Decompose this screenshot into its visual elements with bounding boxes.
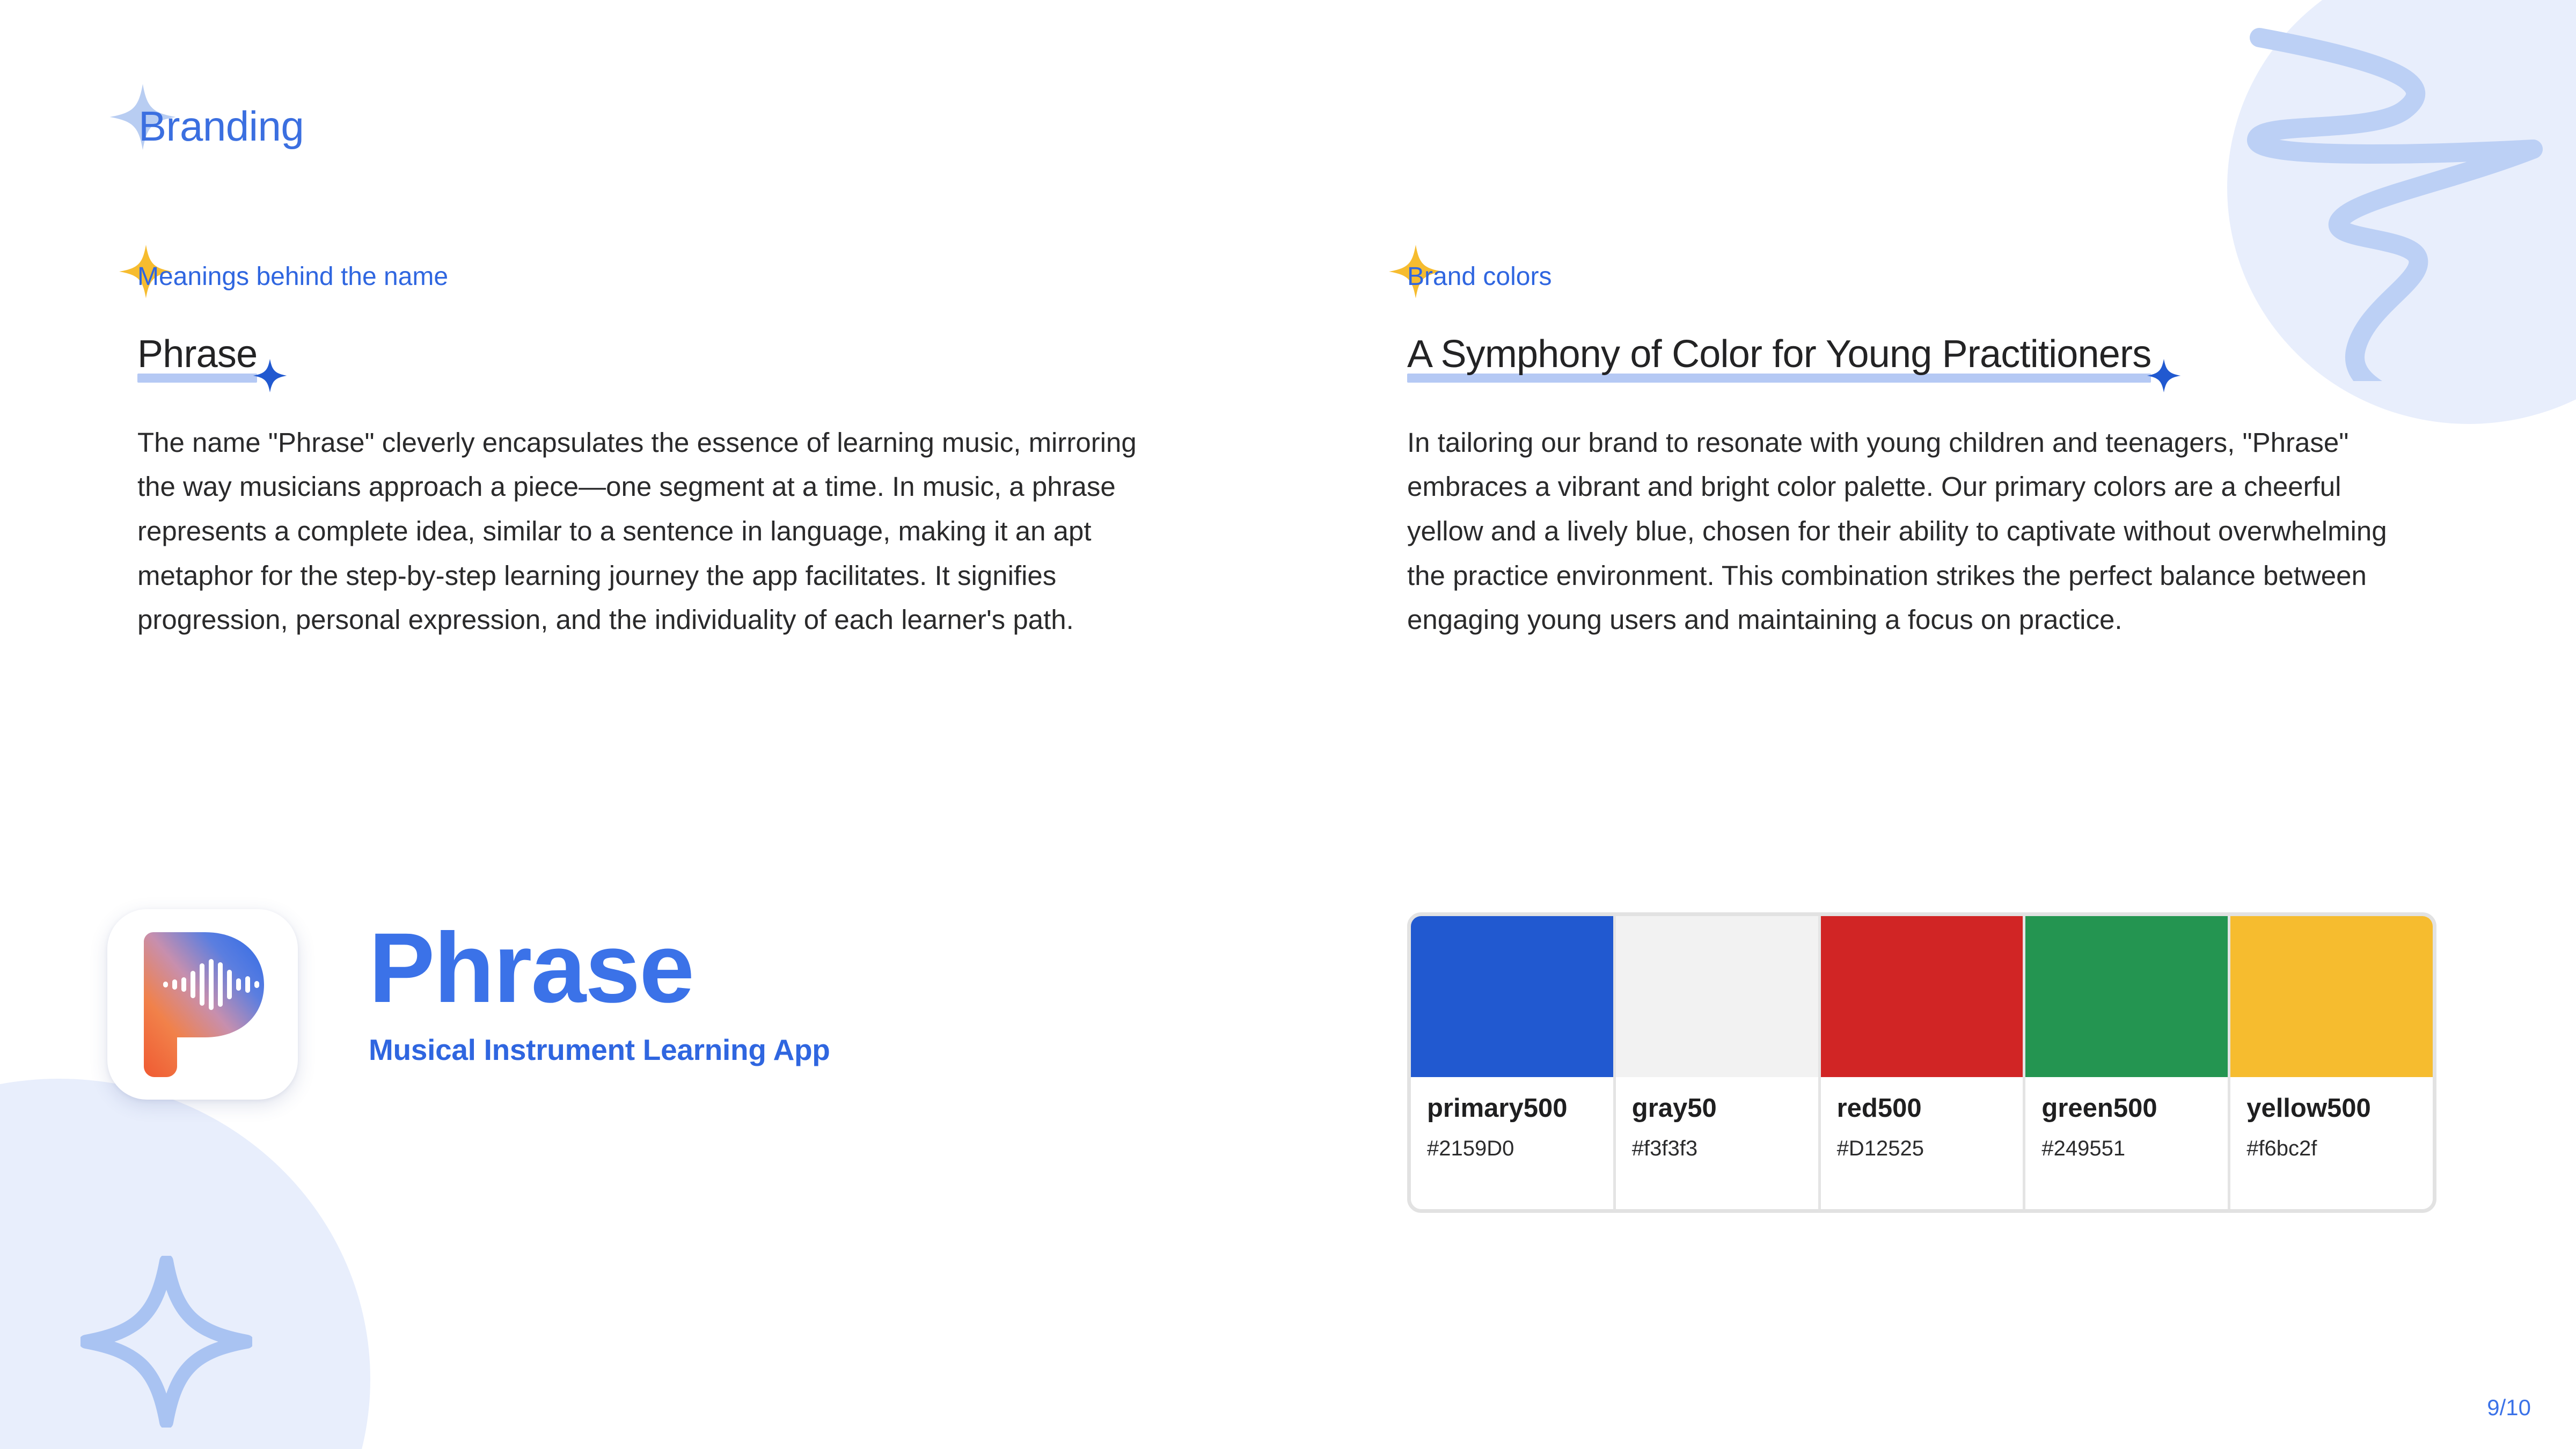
color-swatch-meta: primary500 #2159D0 [1411,1077,1613,1209]
outlined-sparkle-icon [79,1254,254,1429]
color-swatch-name: red500 [1836,1094,1922,1123]
color-swatch-meta: green500 #249551 [2025,1077,2228,1209]
bottom-left-blob [0,1079,370,1449]
color-swatch-column[interactable]: gray50 #f3f3f3 [1615,916,1821,1209]
right-section-heading: A Symphony of Color for Young Practition… [1407,333,2151,376]
sparkle-icon-blue-left [252,357,288,394]
left-heading-group: Phrase [137,333,287,393]
color-swatch-column[interactable]: green500 #249551 [2025,916,2231,1209]
brand-lockup: Phrase Musical Instrument Learning App [107,909,830,1100]
sparkle-icon-blue-right [2146,357,2182,394]
color-swatch-column[interactable]: yellow500 #f6bc2f [2230,916,2433,1209]
wordmark-block: Phrase Musical Instrument Learning App [369,909,830,1065]
left-body-text: The name "Phrase" cleverly encapsulates … [137,427,1137,635]
right-heading-group: A Symphony of Color for Young Practition… [1407,333,2181,393]
brand-tagline: Musical Instrument Learning App [369,1033,830,1066]
color-swatch-hex: #D12525 [1836,1137,1924,1160]
color-swatch-chip [2230,916,2433,1077]
slide-canvas: Branding Meanings behind the name Phrase… [0,0,2576,1449]
right-eyebrow-label: Brand colors [1407,262,1552,291]
color-palette-card: primary500 #2159D0 gray50 #f3f3f3 red500 #D12… [1407,912,2436,1213]
color-swatch-hex: #2159D0 [1427,1137,1514,1160]
color-swatch-name: yellow500 [2246,1094,2371,1123]
left-eyebrow-group: Meanings behind the name [119,245,1173,298]
color-swatch-meta: yellow500 #f6bc2f [2230,1077,2433,1209]
page-title-group: Branding [109,84,304,150]
brand-wordmark: Phrase [369,913,694,1023]
color-swatch-chip [1820,916,2023,1077]
color-swatch-meta: red500 #D12525 [1820,1077,2023,1209]
color-swatch-column[interactable]: primary500 #2159D0 [1411,916,1616,1209]
right-body-text: In tailoring our brand to resonate with … [1407,427,2387,635]
left-column: Meanings behind the name Phrase The name… [119,245,1173,670]
color-swatch-chip [1411,916,1613,1077]
color-swatch-chip [1615,916,1818,1077]
color-swatch-hex: #f3f3f3 [1631,1137,1698,1160]
color-swatch-column[interactable]: red500 #D12525 [1820,916,2026,1209]
left-section-heading: Phrase [137,333,258,376]
phrase-app-icon [107,909,298,1100]
color-swatch-name: green500 [2041,1094,2157,1123]
color-swatch-hex: #249551 [2041,1137,2126,1160]
right-column: Brand colors A Symphony of Color for You… [1389,245,2443,670]
page-number: 9/10 [2487,1395,2531,1420]
page-title: Branding [138,103,304,150]
left-eyebrow-label: Meanings behind the name [137,262,449,291]
color-swatch-name: primary500 [1427,1094,1568,1123]
right-eyebrow-group: Brand colors [1389,245,2443,298]
color-swatch-chip [2025,916,2228,1077]
color-swatch-hex: #f6bc2f [2246,1137,2317,1160]
color-swatch-meta: gray50 #f3f3f3 [1615,1077,1818,1209]
color-swatch-name: gray50 [1631,1094,1717,1123]
